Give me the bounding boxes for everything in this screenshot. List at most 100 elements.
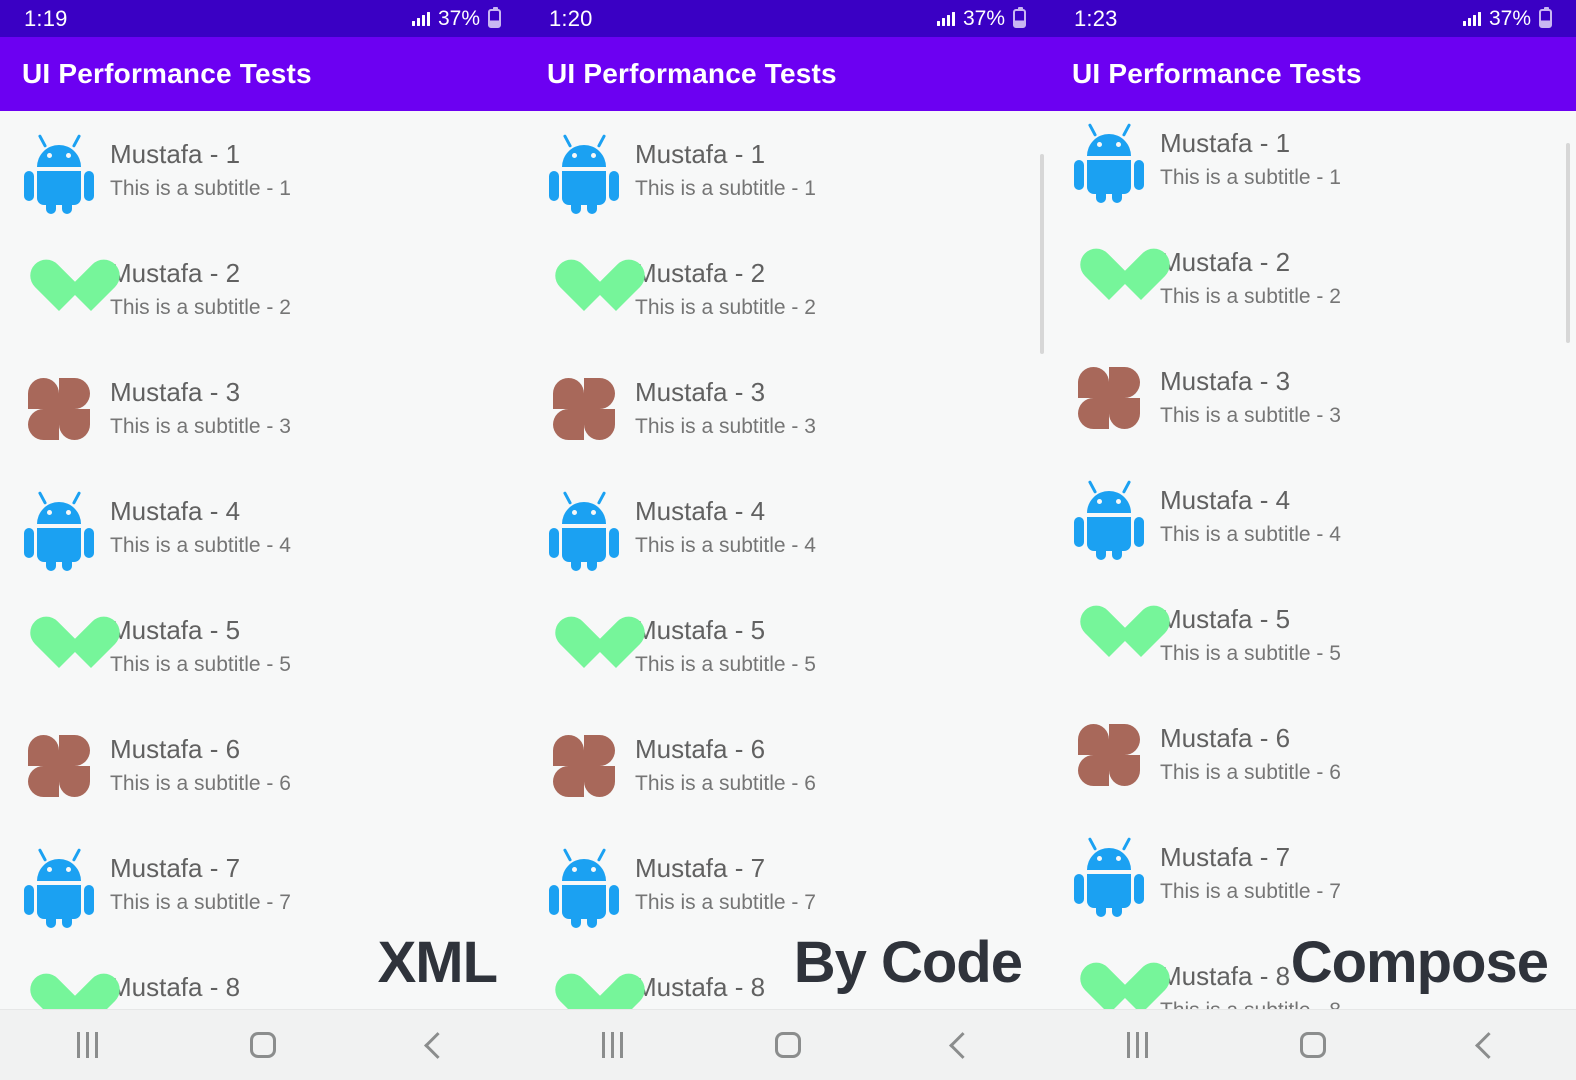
list-item[interactable]: Mustafa - 1 This is a subtitle - 1 [0,111,525,230]
list-item[interactable]: Mustafa - 4 This is a subtitle - 4 [0,468,525,587]
list-item[interactable]: Mustafa - 7 This is a subtitle - 7 [0,825,525,944]
back-icon [1474,1031,1502,1059]
list-scroll-container[interactable]: Mustafa - 1 This is a subtitle - 1 Mustafa… [0,111,525,1010]
home-button[interactable] [1268,1010,1358,1080]
list-item-text: Mustafa - 4 This is a subtitle - 4 [1160,485,1341,548]
back-button[interactable] [1443,1010,1533,1080]
signal-bars-icon [936,11,955,26]
list-item-text: Mustafa - 6 This is a subtitle - 6 [1160,723,1341,786]
navigation-bar [1050,1009,1576,1080]
list-item-title: Mustafa - 3 [110,376,241,407]
list-item-text: Mustafa - 1 This is a subtitle - 1 [110,139,291,202]
list-item[interactable]: Mustafa - 5 This is a subtitle - 5 [0,587,525,706]
list-item-icon [543,720,625,812]
list-scroll-container[interactable]: Mustafa - 1 This is a subtitle - 1 Mustafa… [1050,111,1576,1010]
list-item-title: Mustafa - 5 [635,614,766,645]
android-robot-icon [24,490,94,571]
heart-icon [28,618,90,676]
home-button[interactable] [218,1010,308,1080]
list-item[interactable]: Mustafa - 1 This is a subtitle - 1 [1050,111,1576,219]
list-item[interactable]: Mustafa - 3 This is a subtitle - 3 [1050,338,1576,457]
list-item-subtitle: This is a subtitle - 1 [635,176,816,200]
list-item[interactable]: Mustafa - 4 This is a subtitle - 4 [1050,457,1576,576]
list-item-title: Mustafa - 2 [1160,246,1291,277]
list-item-icon [18,839,100,931]
battery-percent-label: 37% [1488,6,1531,30]
list-item-icon [1068,352,1150,444]
list-item[interactable]: Mustafa - 5 This is a subtitle - 5 [1050,576,1576,695]
recents-button[interactable] [43,1010,133,1080]
list-item[interactable]: Mustafa - 1 This is a subtitle - 1 [525,111,1050,230]
list-item[interactable]: Mustafa - 4 This is a subtitle - 4 [525,468,1050,587]
app-bar-title: UI Performance Tests [547,58,837,89]
status-bar-indicators: 37% [411,6,501,31]
list-item[interactable]: Mustafa - 3 This is a subtitle - 3 [0,349,525,468]
back-button[interactable] [918,1010,1008,1080]
list-item-text: Mustafa - 5 This is a subtitle - 5 [110,615,291,678]
android-robot-icon [549,133,619,214]
list-item[interactable]: Mustafa - 2 This is a subtitle - 2 [0,230,525,349]
scrollbar-thumb[interactable] [1040,154,1044,354]
list-item[interactable]: Mustafa - 7 This is a subtitle - 7 [525,825,1050,944]
scrollbar-thumb[interactable] [1566,143,1570,343]
home-icon [249,1032,276,1058]
navigation-bar [0,1009,525,1080]
phone-screen-by-code: 1:20 37% UI Performance Tests Mustafa - 1 Th… [525,0,1050,1080]
recents-button[interactable] [1093,1010,1183,1080]
pinwheel-icon [28,377,90,440]
heart-icon [553,618,615,676]
list-item-icon [1068,233,1150,325]
list-item-icon [543,601,625,693]
signal-bars-icon [411,11,430,26]
heart-icon [28,975,90,1011]
battery-percent-label: 37% [437,6,480,30]
status-bar: 1:19 37% [0,0,525,37]
list: Mustafa - 1 This is a subtitle - 1 Mustafa… [0,111,525,1010]
list-item-subtitle: This is a subtitle - 4 [110,533,291,557]
status-bar-indicators: 37% [1462,6,1552,31]
list-scroll-container[interactable]: Mustafa - 1 This is a subtitle - 1 Mustafa… [525,111,1050,1010]
back-button[interactable] [393,1010,483,1080]
list-item[interactable]: Mustafa - 6 This is a subtitle - 6 [1050,695,1576,814]
list-item-subtitle: This is a subtitle - 6 [1160,760,1341,784]
android-robot-icon [549,847,619,928]
list-item-title: Mustafa - 7 [1160,841,1291,872]
phone-screen-compose: 1:23 37% UI Performance Tests Mustafa - 1 Th… [1050,0,1576,1080]
list-item-title: Mustafa - 5 [1160,603,1291,634]
list-item-subtitle: This is a subtitle - 5 [110,652,291,676]
list-item-subtitle: This is a subtitle - 1 [110,176,291,200]
list-item-text: Mustafa - 1 This is a subtitle - 1 [635,139,816,202]
list-item-title: Mustafa - 6 [635,733,766,764]
app-bar-title: UI Performance Tests [22,58,312,89]
status-bar: 1:20 37% [525,0,1050,37]
list-item[interactable]: Mustafa - 6 This is a subtitle - 6 [0,706,525,825]
list-item-text: Mustafa - 7 This is a subtitle - 7 [1160,842,1341,905]
list-item-title: Mustafa - 1 [1160,127,1291,158]
list-item[interactable]: Mustafa - 7 This is a subtitle - 7 [1050,814,1576,933]
list-item-text: Mustafa - 6 This is a subtitle - 6 [635,734,816,797]
android-robot-icon [24,133,94,214]
status-bar-indicators: 37% [936,7,1026,31]
android-robot-icon [24,847,94,928]
battery-icon [1013,7,1026,28]
list-item-title: Mustafa - 8 [110,971,241,1002]
list-item-text: Mustafa - 4 This is a subtitle - 4 [110,496,291,559]
list-item-title: Mustafa - 3 [1160,365,1291,396]
list-item-icon [543,958,625,1011]
home-button[interactable] [743,1010,833,1080]
list-item[interactable]: Mustafa - 3 This is a subtitle - 3 [525,349,1050,468]
recents-button[interactable] [568,1010,658,1080]
status-bar: 1:23 37% [1050,0,1576,37]
list-item[interactable]: Mustafa - 2 This is a subtitle - 2 [1050,219,1576,338]
pinwheel-icon [553,377,615,440]
pinwheel-icon [1078,723,1140,786]
screenshot-comparison-strip: 1:19 37% UI Performance Tests Mustafa - 1 Th… [0,0,1576,1080]
list-item[interactable]: Mustafa - 6 This is a subtitle - 6 [525,706,1050,825]
list-item-title: Mustafa - 4 [635,495,766,526]
list-item[interactable]: Mustafa - 5 This is a subtitle - 5 [525,587,1050,706]
list-item-subtitle: This is a subtitle - 2 [110,295,291,319]
list-item-icon [18,363,100,455]
list-item[interactable]: Mustafa - 2 This is a subtitle - 2 [525,230,1050,349]
heart-icon [28,261,90,319]
list-item-icon [1068,471,1150,563]
